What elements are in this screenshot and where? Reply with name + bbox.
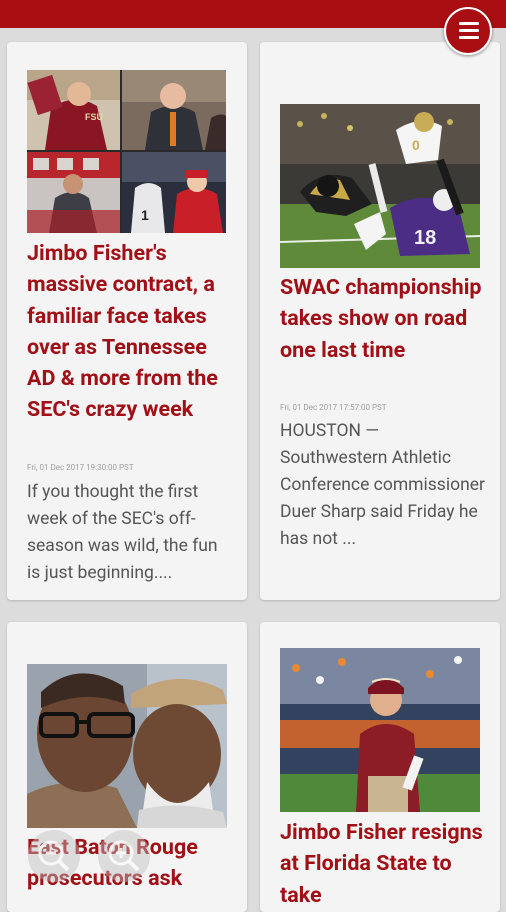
article-date: Fri, 01 Dec 2017 17:57:00 PST <box>280 403 387 412</box>
zoom-out-button[interactable] <box>28 830 80 882</box>
collage-image: FSU 1 <box>27 70 226 233</box>
article-summary: HOUSTON — Southwestern Athletic Conferen… <box>280 421 485 549</box>
article-thumbnail[interactable] <box>27 664 227 828</box>
news-card[interactable]: FSU 1 Jimbo Fisher's massive contract, a… <box>7 42 247 600</box>
article-thumbnail[interactable] <box>280 648 480 812</box>
menu-button[interactable] <box>444 7 492 55</box>
hamburger-icon-bar <box>459 29 479 32</box>
article-date: Fri, 01 Dec 2017 19:30:00 PST <box>27 463 134 472</box>
news-card[interactable]: 0 18 SWAC championship takes show on roa… <box>260 42 500 600</box>
top-app-bar <box>0 0 506 28</box>
zoom-out-icon <box>38 840 70 872</box>
football-action-image: 0 18 <box>280 104 480 268</box>
article-thumbnail[interactable]: FSU 1 <box>27 70 226 233</box>
hamburger-icon-bar <box>459 36 479 39</box>
svg-text:FSU: FSU <box>85 112 103 122</box>
zoom-in-button[interactable] <box>98 830 150 882</box>
article-summary: If you thought the first week of the SEC… <box>27 482 218 583</box>
zoom-in-icon <box>108 840 140 872</box>
news-card[interactable]: Jimbo Fisher resigns at Florida State to… <box>260 622 500 912</box>
svg-text:1: 1 <box>141 207 149 223</box>
svg-text:0: 0 <box>412 137 420 153</box>
hamburger-icon <box>459 22 479 25</box>
svg-text:18: 18 <box>414 227 436 249</box>
portrait-image <box>27 664 227 828</box>
article-headline[interactable]: Jimbo Fisher's massive contract, a famil… <box>27 238 232 426</box>
coach-image <box>280 648 480 812</box>
article-headline[interactable]: SWAC championship takes show on road one… <box>280 272 485 366</box>
article-headline[interactable]: Jimbo Fisher resigns at Florida State to… <box>280 817 485 911</box>
article-thumbnail[interactable]: 0 18 <box>280 104 480 268</box>
